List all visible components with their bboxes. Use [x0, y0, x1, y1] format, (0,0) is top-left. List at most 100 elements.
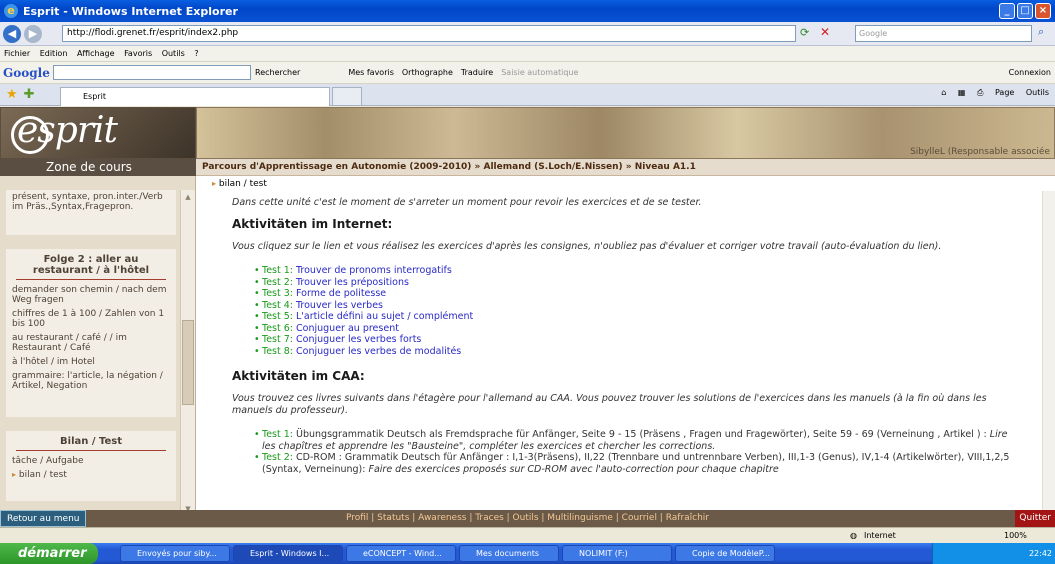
quit-button[interactable]: Quitter: [1015, 510, 1055, 527]
forward-icon[interactable]: ▶: [24, 24, 42, 43]
menu-help[interactable]: ?: [194, 49, 198, 58]
google-rechercher[interactable]: Rechercher: [255, 68, 300, 77]
google-search-input[interactable]: [53, 65, 251, 80]
test-link[interactable]: Conjuguer les verbes de modalités: [296, 346, 461, 357]
list-item[interactable]: Test 2: CD-ROM : Grammatik Deutsch für A…: [254, 452, 1019, 475]
search-icon[interactable]: ⌕: [1038, 25, 1044, 39]
sidebar-item[interactable]: au restaurant / café / / im Restaurant /…: [6, 331, 176, 355]
esprit-logo: esprit: [0, 107, 196, 159]
sidebar-item-label: bilan / test: [18, 470, 67, 480]
test-link[interactable]: Forme de politesse: [296, 288, 386, 299]
retour-menu-button[interactable]: Retour au menu: [0, 510, 87, 527]
folge2-title: Folge 2 : aller au restaurant / à l'hôte…: [16, 249, 166, 280]
test-label: Test 2:: [262, 276, 293, 288]
sidebar: présent, syntaxe, pron.inter./Verb im Pr…: [0, 176, 196, 516]
sidebar-item[interactable]: présent, syntaxe, pron.inter./Verb im Pr…: [6, 190, 176, 214]
zone-icon: ◍: [850, 531, 857, 540]
main-content: Dans cette unité c'est le moment de s'ar…: [196, 191, 1042, 516]
start-button[interactable]: démarrer: [0, 543, 98, 564]
page-menu[interactable]: Page: [995, 88, 1014, 97]
taskbar-item[interactable]: Copie de ModèleP...: [675, 545, 775, 562]
stop-icon[interactable]: ✕: [820, 25, 830, 39]
google-traduire[interactable]: Traduire: [461, 68, 493, 77]
taskbar-item[interactable]: Mes documents: [459, 545, 559, 562]
test-link[interactable]: Trouver les verbes: [296, 300, 383, 311]
back-icon[interactable]: ◀: [3, 24, 21, 43]
status-zone: Internet: [864, 531, 896, 540]
list-item[interactable]: Test 5: L'article défini au sujet / comp…: [254, 311, 1042, 323]
status-bar: ◍ Internet 100%: [0, 527, 1055, 543]
caa-text-item: Übungsgrammatik Deutsch als Fremdsprache…: [296, 429, 987, 440]
close-button[interactable]: ×: [1035, 3, 1051, 19]
menu-outils[interactable]: Outils: [162, 49, 185, 58]
sidebar-item[interactable]: chiffres de 1 à 100 / Zahlen von 1 bis 1…: [6, 307, 176, 331]
test-label: Test 1:: [262, 265, 293, 276]
test-label: Test 3:: [262, 288, 293, 299]
list-item[interactable]: Test 7: Conjuguer les verbes forts: [254, 334, 1042, 346]
internet-text: Vous cliquez sur le lien et vous réalise…: [232, 241, 942, 252]
menu-edition[interactable]: Edition: [40, 49, 68, 58]
test-link[interactable]: Trouver de pronoms interrogatifs: [296, 265, 452, 276]
tools-menu[interactable]: Outils: [1026, 88, 1049, 97]
page-banner: SibylleL (Responsable associée: [196, 107, 1055, 159]
new-tab-button[interactable]: [332, 87, 362, 105]
google-saisie-auto[interactable]: Saisie automatique: [501, 68, 578, 77]
sidebar-item[interactable]: à l'hôtel / im Hotel: [6, 355, 176, 369]
sidebar-item-active[interactable]: ▸ bilan / test: [6, 468, 176, 482]
list-item[interactable]: Test 1: Übungsgrammatik Deutsch als Frem…: [254, 429, 1019, 452]
url-input[interactable]: http://flodi.grenet.fr/esprit/index2.php: [62, 25, 796, 42]
sidebar-scrollbar[interactable]: ▲ ▼: [180, 190, 195, 516]
scroll-up-icon[interactable]: ▲: [182, 191, 194, 203]
minimize-button[interactable]: _: [999, 3, 1015, 19]
home-icon[interactable]: ⌂: [941, 88, 946, 97]
clock: 22:42: [1028, 549, 1052, 558]
google-connexion[interactable]: Connexion: [1009, 68, 1051, 77]
internet-heading: Aktivitäten im Internet:: [232, 217, 393, 231]
list-item[interactable]: Test 6: Conjuguer au present: [254, 323, 1042, 335]
google-mes-favoris[interactable]: Mes favoris: [348, 68, 394, 77]
test-label: Test 4:: [262, 299, 293, 311]
system-tray: 22:42: [932, 543, 1055, 564]
sidebar-item[interactable]: grammaire: l'article, la négation / Arti…: [6, 369, 176, 393]
test-link[interactable]: Conjuguer les verbes forts: [296, 334, 421, 345]
test-link[interactable]: Conjuguer au present: [296, 323, 399, 334]
test-link[interactable]: Trouver les prépositions: [296, 277, 409, 288]
favorites-star-icon[interactable]: ★: [6, 87, 18, 102]
intro-text: Dans cette unité c'est le moment de s'ar…: [232, 197, 702, 208]
list-item[interactable]: Test 4: Trouver les verbes: [254, 300, 1042, 312]
sub-breadcrumb-label: bilan / test: [218, 179, 267, 189]
feeds-icon[interactable]: ▦: [958, 88, 966, 97]
taskbar-item[interactable]: eCONCEPT - Wind...: [346, 545, 456, 562]
sidebar-item[interactable]: tâche / Aufgabe: [6, 454, 176, 468]
window-titlebar: e Esprit - Windows Internet Explorer _ □…: [0, 0, 1055, 22]
print-icon[interactable]: ⎙: [977, 88, 983, 97]
test-label: Test 6:: [262, 322, 293, 334]
taskbar-item[interactable]: Envoyés pour siby...: [120, 545, 230, 562]
tab-esprit[interactable]: Esprit: [60, 87, 330, 106]
refresh-icon[interactable]: ⟳: [800, 26, 809, 39]
maximize-button[interactable]: □: [1017, 3, 1033, 19]
list-item[interactable]: Test 1: Trouver de pronoms interrogatifs: [254, 265, 1042, 277]
search-input[interactable]: Google: [855, 25, 1032, 42]
zoom-level[interactable]: 100%: [1004, 528, 1027, 543]
taskbar: démarrer Envoyés pour siby... Esprit - W…: [0, 543, 1055, 564]
menu-affichage[interactable]: Affichage: [77, 49, 115, 58]
menu-favoris[interactable]: Favoris: [124, 49, 152, 58]
list-item[interactable]: Test 2: Trouver les prépositions: [254, 277, 1042, 289]
test-label: Test 5:: [262, 311, 293, 322]
menu-fichier[interactable]: Fichier: [4, 49, 30, 58]
taskbar-item[interactable]: Esprit - Windows I...: [233, 545, 343, 562]
list-item[interactable]: Test 3: Forme de politesse: [254, 288, 1042, 300]
taskbar-item[interactable]: NOLIMIT (F:): [562, 545, 672, 562]
test-label: Test 8:: [262, 345, 293, 357]
caa-instruction: Faire des exercices proposés sur CD-ROM …: [368, 463, 779, 475]
scroll-thumb[interactable]: [182, 320, 194, 405]
content-scrollbar[interactable]: [1042, 191, 1055, 516]
list-item[interactable]: Test 8: Conjuguer les verbes de modalité…: [254, 346, 1042, 358]
sidebar-item[interactable]: demander son chemin / nach dem Weg frage…: [6, 283, 176, 307]
google-orthographe[interactable]: Orthographe: [402, 68, 453, 77]
caa-list: Test 1: Übungsgrammatik Deutsch als Frem…: [254, 429, 1019, 475]
footer-links[interactable]: Profil | Statuts | Awareness | Traces | …: [346, 513, 709, 523]
add-favorite-icon[interactable]: ✚: [24, 87, 35, 102]
test-link[interactable]: L'article défini au sujet / complément: [296, 311, 473, 322]
